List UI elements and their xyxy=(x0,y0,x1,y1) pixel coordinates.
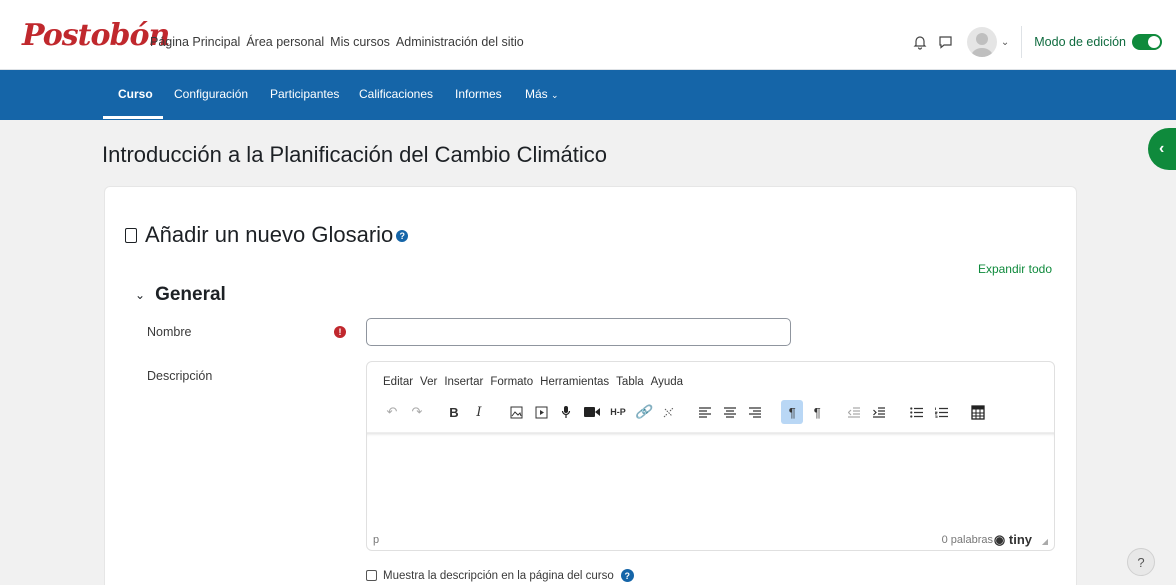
primary-navigation: Página Principal Área personal Mis curso… xyxy=(150,35,524,49)
record-video-icon[interactable] xyxy=(580,400,604,424)
editor-toolbar: ↶ ↷ B I H-P 🔗 ¶ ¶ xyxy=(381,400,992,424)
bullet-list-icon[interactable] xyxy=(905,400,927,424)
page-title: Introducción a la Planificación del Camb… xyxy=(102,142,608,167)
nav-site-admin[interactable]: Administración del sitio xyxy=(396,35,524,49)
form-heading: Añadir un nuevo Glosario ? xyxy=(125,222,409,248)
name-input[interactable] xyxy=(366,318,791,346)
rtl-icon[interactable]: ¶ xyxy=(806,400,828,424)
user-avatar[interactable] xyxy=(966,27,997,57)
show-description-option: Muestra la descripción en la página del … xyxy=(366,569,634,582)
nav-my-courses[interactable]: Mis cursos xyxy=(330,35,390,49)
site-logo[interactable]: Postobón xyxy=(22,18,170,53)
section-general-title: General xyxy=(155,284,226,305)
section-general-toggle[interactable]: ⌄ General xyxy=(135,284,226,306)
resize-handle-icon[interactable]: ◢ xyxy=(1042,537,1048,546)
italic-icon[interactable]: I xyxy=(468,400,490,424)
align-right-icon[interactable] xyxy=(744,400,766,424)
bell-icon[interactable] xyxy=(909,31,931,53)
active-tab-indicator xyxy=(103,116,163,119)
chevron-down-icon: ⌄ xyxy=(135,288,146,302)
menu-edit[interactable]: Editar xyxy=(383,376,413,388)
unlink-icon[interactable] xyxy=(657,400,679,424)
nav-home[interactable]: Página Principal xyxy=(150,35,240,49)
h5p-icon[interactable]: H-P xyxy=(607,400,629,424)
numbered-list-icon[interactable] xyxy=(930,400,952,424)
align-left-icon[interactable] xyxy=(694,400,716,424)
help-button[interactable]: ? xyxy=(1127,548,1155,576)
menu-tools[interactable]: Herramientas xyxy=(540,376,609,388)
tab-settings[interactable]: Configuración xyxy=(174,87,248,101)
top-navbar: Postobón Página Principal Área personal … xyxy=(0,0,1176,70)
tab-more-label: Más xyxy=(525,87,548,101)
undo-icon[interactable]: ↶ xyxy=(381,400,403,424)
edit-mode-label: Modo de edición xyxy=(1034,35,1126,49)
editor-menubar: Editar Ver Insertar Formato Herramientas… xyxy=(383,376,683,388)
course-navigation: Curso Configuración Participantes Califi… xyxy=(0,70,1176,120)
menu-insert[interactable]: Insertar xyxy=(444,376,483,388)
tiny-icon: ◉ xyxy=(993,532,1006,547)
expand-all-link[interactable]: Expandir todo xyxy=(978,262,1052,276)
help-icon[interactable]: ? xyxy=(620,569,634,582)
description-label: Descripción xyxy=(147,369,213,383)
edit-mode-toggle[interactable] xyxy=(1132,34,1162,50)
editor-content-area[interactable] xyxy=(367,432,1054,516)
menu-table[interactable]: Tabla xyxy=(616,376,644,388)
outdent-icon[interactable] xyxy=(843,400,865,424)
tab-participants[interactable]: Participantes xyxy=(270,87,339,101)
glossary-icon xyxy=(125,227,137,243)
element-path[interactable]: p xyxy=(373,534,379,546)
menu-view[interactable]: Ver xyxy=(420,376,437,388)
indent-icon[interactable] xyxy=(868,400,890,424)
show-description-label: Muestra la descripción en la página del … xyxy=(383,569,614,582)
calculator-icon[interactable] xyxy=(967,400,989,424)
align-center-icon[interactable] xyxy=(719,400,741,424)
messages-icon[interactable] xyxy=(935,31,957,53)
image-icon[interactable] xyxy=(505,400,527,424)
chevron-down-icon: ⌄ xyxy=(551,90,559,100)
rich-text-editor: Editar Ver Insertar Formato Herramientas… xyxy=(366,361,1055,551)
divider xyxy=(1021,26,1023,58)
tiny-brand: tiny xyxy=(1008,532,1032,547)
redo-icon[interactable]: ↷ xyxy=(406,400,428,424)
ltr-icon[interactable]: ¶ xyxy=(781,400,804,424)
tab-reports[interactable]: Informes xyxy=(455,87,502,101)
tab-course[interactable]: Curso xyxy=(118,87,153,101)
tab-grades[interactable]: Calificaciones xyxy=(359,87,433,101)
main-content-card: Añadir un nuevo Glosario ? Expandir todo… xyxy=(104,186,1077,585)
user-tools: ⌄ Modo de edición xyxy=(909,25,1162,59)
word-count[interactable]: 0 palabras xyxy=(942,534,993,546)
show-description-checkbox[interactable] xyxy=(366,570,377,581)
link-icon[interactable]: 🔗 xyxy=(632,400,654,424)
exclamation-icon: ! xyxy=(334,326,346,338)
help-icon[interactable]: ? xyxy=(396,230,409,242)
media-icon[interactable] xyxy=(530,400,552,424)
record-audio-icon[interactable] xyxy=(555,400,577,424)
bold-icon[interactable]: B xyxy=(443,400,465,424)
tab-more[interactable]: Más ⌄ xyxy=(525,87,559,101)
menu-format[interactable]: Formato xyxy=(490,376,533,388)
nav-dashboard[interactable]: Área personal xyxy=(246,35,324,49)
tiny-logo[interactable]: ◉ tiny xyxy=(994,532,1032,548)
chevron-down-icon[interactable]: ⌄ xyxy=(1001,37,1009,48)
editor-statusbar: p 0 palabras ◉ tiny ◢ xyxy=(367,532,1054,550)
name-label: Nombre xyxy=(147,325,192,339)
menu-help[interactable]: Ayuda xyxy=(651,376,683,388)
form-title-text: Añadir un nuevo Glosario xyxy=(145,222,394,247)
chevron-left-icon[interactable]: ‹ xyxy=(1148,128,1176,170)
